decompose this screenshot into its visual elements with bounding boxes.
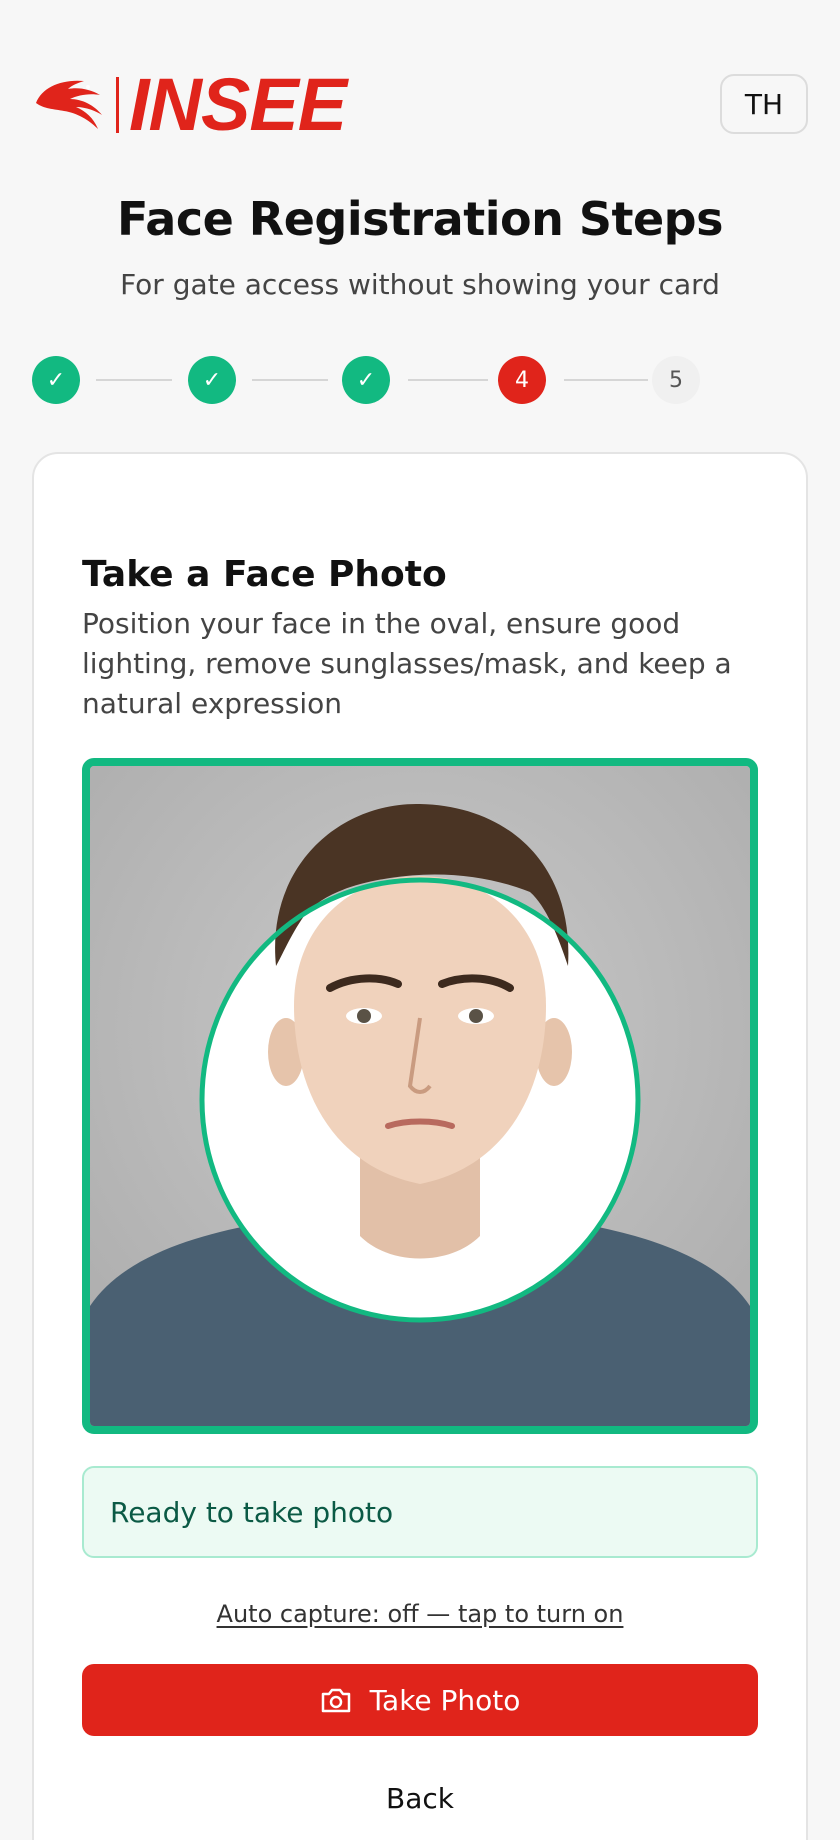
page-title: Face Registration Steps bbox=[117, 192, 723, 246]
progress-stepper: ✓ ✓ ✓ 4 5 bbox=[32, 356, 752, 404]
back-button[interactable]: Back bbox=[0, 1782, 840, 1815]
face-preview-image bbox=[90, 766, 750, 1426]
card-title: Take a Face Photo bbox=[82, 554, 447, 595]
face-registration-page: INSEE TH Face Registration Steps For gat… bbox=[0, 0, 840, 1840]
logo-wordmark: INSEE bbox=[129, 63, 347, 146]
step-2-complete: ✓ bbox=[188, 356, 236, 404]
language-toggle-button[interactable]: TH bbox=[720, 74, 808, 134]
page-subtitle: For gate access without showing your car… bbox=[120, 268, 720, 301]
insee-logo: INSEE bbox=[32, 68, 352, 142]
step-3-complete: ✓ bbox=[342, 356, 390, 404]
camera-preview bbox=[82, 758, 758, 1434]
step-5-pending: 5 bbox=[652, 356, 700, 404]
step-connector bbox=[252, 379, 328, 381]
camera-status-message: Ready to take photo bbox=[82, 1466, 758, 1558]
step-connector bbox=[408, 379, 488, 381]
auto-capture-toggle-link[interactable]: Auto capture: off — tap to turn on bbox=[0, 1600, 840, 1628]
step-1-complete: ✓ bbox=[32, 356, 80, 404]
logo-divider bbox=[116, 77, 119, 133]
step-connector bbox=[96, 379, 172, 381]
card-instructions: Position your face in the oval, ensure g… bbox=[82, 607, 732, 720]
step-connector bbox=[564, 379, 648, 381]
eagle-logo-icon bbox=[36, 80, 102, 129]
camera-icon bbox=[321, 1688, 350, 1713]
step-4-current: 4 bbox=[498, 356, 546, 404]
take-photo-label: Take Photo bbox=[369, 1683, 521, 1717]
take-photo-button[interactable]: Take Photo bbox=[82, 1664, 758, 1736]
